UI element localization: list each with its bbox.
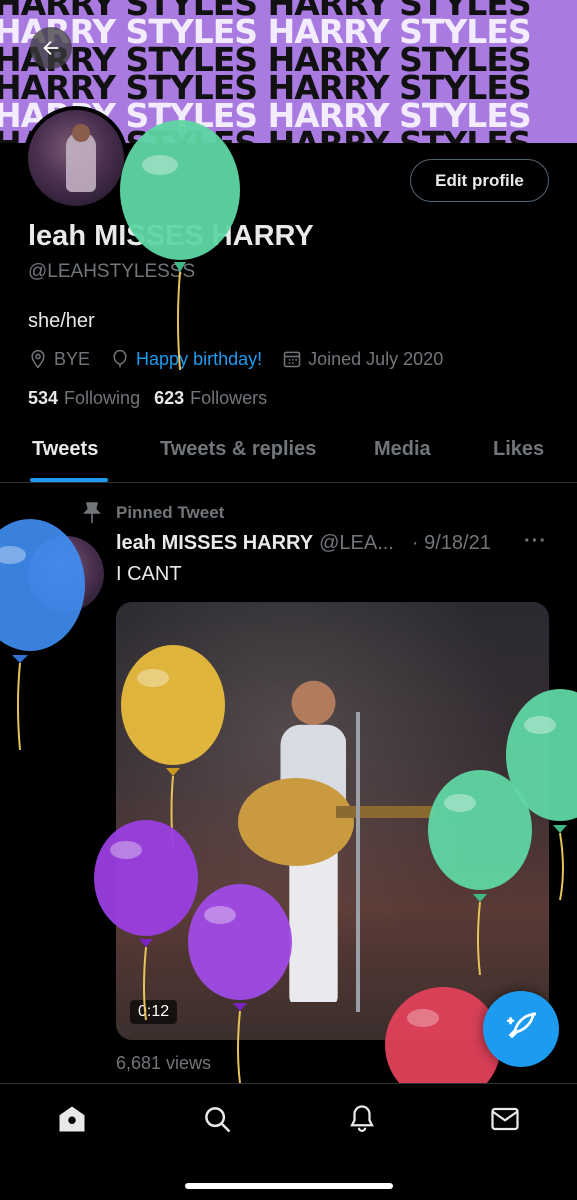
location-item: BYE bbox=[28, 349, 90, 370]
search-icon[interactable] bbox=[200, 1102, 234, 1136]
tweet-author[interactable]: leah MISSES HARRY bbox=[116, 532, 313, 555]
pin-icon bbox=[83, 502, 101, 523]
tweet-views: 6,681 views bbox=[116, 1053, 212, 1073]
edit-profile-button[interactable]: Edit profile bbox=[410, 159, 549, 202]
tab-tweets-replies[interactable]: Tweets & replies bbox=[160, 438, 316, 461]
guitar bbox=[238, 778, 436, 866]
joined-item: Joined July 2020 bbox=[282, 349, 443, 370]
home-icon[interactable] bbox=[55, 1102, 89, 1136]
video-duration: 0:12 bbox=[130, 1000, 178, 1024]
tweet-video[interactable]: 0:12 bbox=[116, 602, 549, 1040]
messages-icon[interactable] bbox=[488, 1102, 522, 1136]
active-tab-indicator bbox=[30, 478, 108, 482]
location-text: BYE bbox=[54, 348, 91, 369]
birthday-item[interactable]: Happy birthday! bbox=[110, 349, 262, 370]
avatar-head bbox=[72, 124, 90, 142]
profile-handle: @LEAHSTYLESSS bbox=[28, 261, 196, 282]
profile-bio: she/her bbox=[28, 310, 95, 332]
back-arrow-icon bbox=[43, 40, 59, 56]
profile-meta: BYE Happy birthday! Joined July 2020 bbox=[28, 346, 463, 372]
tab-tweets[interactable]: Tweets bbox=[32, 438, 98, 461]
birthday-link[interactable]: Happy birthday! bbox=[136, 349, 262, 370]
tab-likes[interactable]: Likes bbox=[493, 438, 544, 461]
tweet-header: leah MISSES HARRY @LEA... · 9/18/21 ··· bbox=[116, 530, 556, 555]
profile-name: leah MISSES HARRY bbox=[28, 220, 314, 252]
location-icon bbox=[31, 349, 45, 369]
joined-text: Joined July 2020 bbox=[308, 348, 444, 369]
follow-counts: 534 Following 623 Followers bbox=[28, 388, 281, 409]
following-link[interactable]: 534 Following bbox=[28, 388, 140, 409]
compose-icon bbox=[506, 1012, 537, 1039]
pinned-label: Pinned Tweet bbox=[82, 502, 224, 524]
mic-stand bbox=[356, 712, 360, 1012]
calendar-icon bbox=[283, 351, 301, 368]
back-button[interactable] bbox=[30, 27, 72, 69]
home-indicator bbox=[185, 1183, 393, 1189]
balloon-icon bbox=[113, 349, 127, 368]
compose-tweet-button[interactable] bbox=[483, 991, 559, 1067]
tweet-avatar[interactable] bbox=[28, 536, 104, 612]
profile-avatar[interactable] bbox=[24, 106, 128, 210]
tab-media[interactable]: Media bbox=[374, 438, 431, 461]
notifications-icon[interactable] bbox=[345, 1102, 379, 1136]
tweet-handle[interactable]: @LEA... bbox=[319, 532, 394, 555]
profile-tabs: Tweets Tweets & replies Media Likes bbox=[0, 420, 577, 483]
tweet-text: I CANT bbox=[116, 563, 182, 585]
more-icon[interactable]: ··· bbox=[524, 530, 547, 553]
followers-link[interactable]: 623 Followers bbox=[154, 388, 267, 409]
tweet-date[interactable]: · 9/18/21 bbox=[412, 532, 491, 555]
